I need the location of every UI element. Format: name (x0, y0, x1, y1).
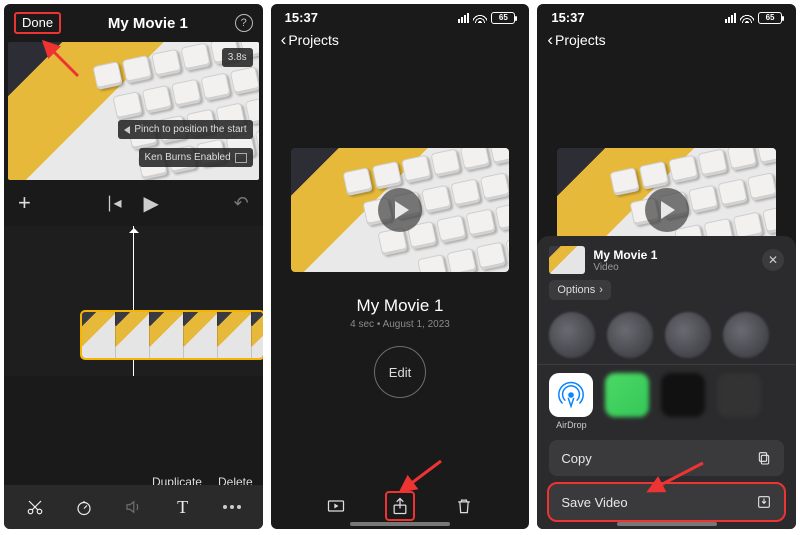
screenshot-editor: Done My Movie 1 ? 3.8s Pinch to position… (4, 4, 263, 529)
save-icon (756, 494, 772, 510)
save-video-action[interactable]: Save Video (549, 484, 784, 520)
airdrop-icon (549, 373, 593, 417)
play-fullscreen-button[interactable] (321, 491, 351, 521)
share-app[interactable] (661, 373, 705, 430)
screenshot-share-sheet: 15:37 65 ‹ Projects My Movie 1 Video ✕ (537, 4, 796, 529)
copy-icon (756, 450, 772, 466)
delete-project-button[interactable] (449, 491, 479, 521)
share-app[interactable] (605, 373, 649, 430)
home-indicator[interactable] (617, 522, 717, 526)
start-marker-icon (124, 126, 130, 134)
cellular-icon (458, 13, 469, 23)
screenshot-project-detail: 15:37 65 ‹ Projects My Movie 1 4 sec • A… (271, 4, 530, 529)
transport-row: + ∣◂ ▶ ↶ (4, 180, 263, 226)
contact-suggestion[interactable] (607, 312, 653, 358)
cellular-icon (725, 13, 736, 23)
wifi-icon (740, 13, 754, 23)
status-time: 15:37 (285, 10, 318, 25)
timeline[interactable] (4, 226, 263, 376)
cut-tool[interactable] (21, 493, 49, 521)
edit-button[interactable]: Edit (374, 346, 426, 398)
share-item-title: My Movie 1 (593, 248, 754, 262)
back-projects-button[interactable]: ‹ Projects (281, 31, 339, 48)
battery-icon: 65 (491, 12, 515, 24)
project-preview[interactable] (291, 148, 510, 272)
play-overlay-button[interactable] (378, 188, 422, 232)
project-meta: 4 sec • August 1, 2023 (271, 319, 530, 330)
annotation-arrow (397, 459, 443, 495)
contact-suggestion[interactable] (549, 312, 595, 358)
copy-action[interactable]: Copy (549, 440, 784, 476)
share-sheet: My Movie 1 Video ✕ Options› AirDrop (537, 236, 796, 529)
project-title: My Movie 1 (108, 15, 188, 32)
crop-icon (235, 153, 247, 163)
volume-tool[interactable] (119, 493, 147, 521)
chevron-right-icon: › (599, 284, 603, 296)
bottom-actions (271, 491, 530, 521)
home-indicator[interactable] (350, 522, 450, 526)
ken-burns-overlay[interactable]: Ken Burns Enabled (139, 148, 253, 167)
clip-duration: 3.8s (222, 48, 253, 67)
back-projects-button[interactable]: ‹ Projects (547, 31, 605, 48)
status-bar: 15:37 65 (271, 4, 530, 27)
add-media-button[interactable]: + (18, 190, 31, 216)
share-item-type: Video (593, 262, 754, 273)
share-button[interactable] (385, 491, 415, 521)
status-bar: 15:37 65 (537, 4, 796, 27)
play-button[interactable]: ▶ (144, 191, 159, 216)
status-time: 15:37 (551, 10, 584, 25)
clip-strip[interactable] (82, 312, 263, 358)
chevron-left-icon: ‹ (281, 31, 287, 48)
airdrop-button[interactable]: AirDrop (549, 373, 593, 430)
title-tool[interactable]: T (169, 493, 197, 521)
chevron-left-icon: ‹ (547, 31, 553, 48)
skip-start-button[interactable]: ∣◂ (106, 193, 122, 213)
help-button[interactable]: ? (235, 14, 253, 32)
done-button[interactable]: Done (14, 12, 61, 34)
filters-tool[interactable] (218, 493, 246, 521)
battery-icon: 65 (758, 12, 782, 24)
project-name: My Movie 1 (271, 296, 530, 316)
wifi-icon (473, 13, 487, 23)
share-app[interactable] (717, 373, 761, 430)
contact-suggestion[interactable] (665, 312, 711, 358)
share-apps-row: AirDrop (549, 373, 784, 430)
video-preview[interactable]: 3.8s Pinch to position the start Ken Bur… (8, 42, 259, 180)
play-icon (395, 201, 409, 219)
editor-header: Done My Movie 1 ? (4, 4, 263, 42)
share-thumbnail (549, 246, 585, 274)
share-options-button[interactable]: Options› (549, 280, 611, 300)
speed-tool[interactable] (70, 493, 98, 521)
pinch-hint-overlay: Pinch to position the start (118, 120, 252, 139)
contact-suggestion[interactable] (723, 312, 769, 358)
close-sheet-button[interactable]: ✕ (762, 249, 784, 271)
undo-button[interactable]: ↶ (234, 193, 249, 214)
suggested-contacts-row (549, 312, 784, 358)
edit-toolbar: T (4, 485, 263, 529)
